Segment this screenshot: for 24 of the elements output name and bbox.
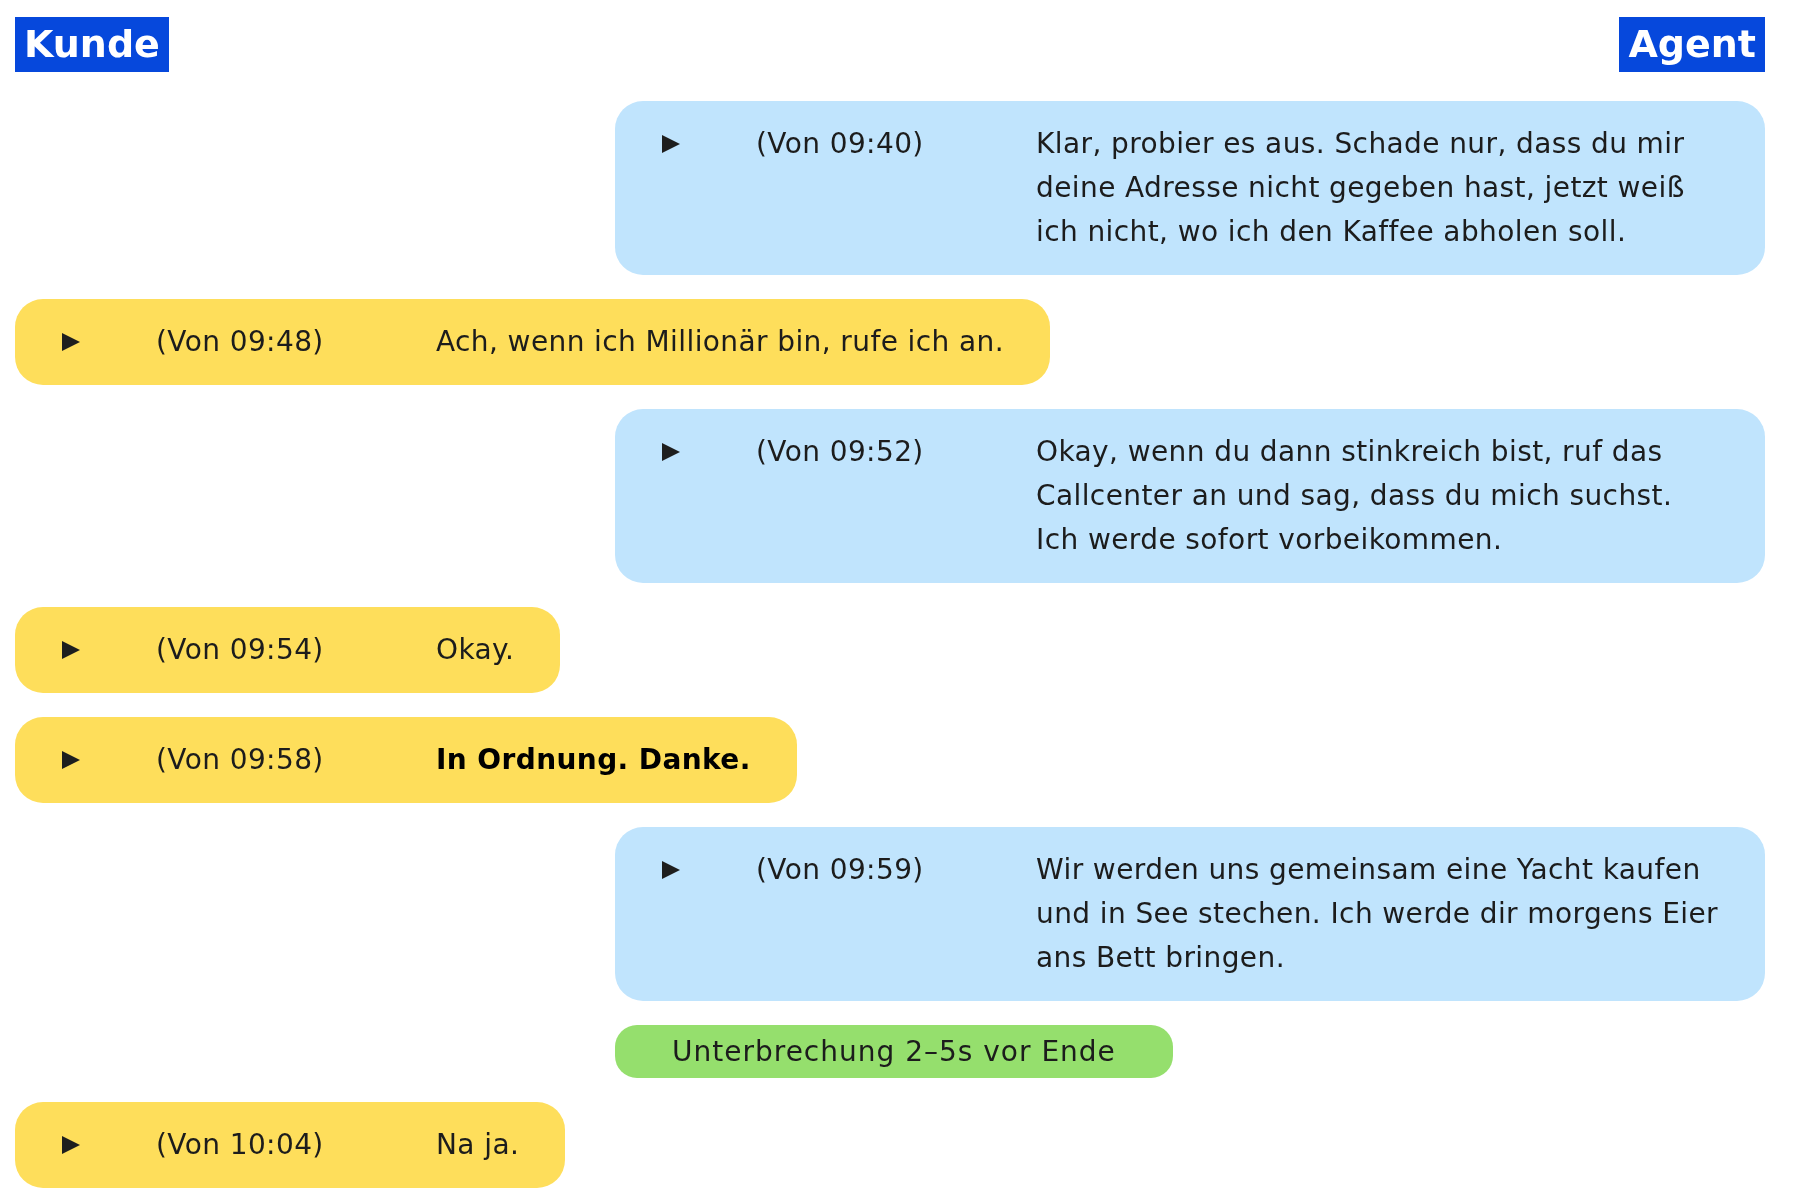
play-icon[interactable] [62,751,80,769]
play-icon[interactable] [62,333,80,351]
message-text: Okay. [436,632,515,668]
message-text: Na ja. [436,1127,520,1163]
timestamp: (Von 09:59) [756,852,925,888]
timestamp: (Von 09:52) [756,434,925,470]
message-text: Klar, probier es aus. Schade nur, dass du mir deine Adresse nicht gegeben hast, jetzt weiß ich nicht, wo ich den Kaffee abholen soll. [1036,126,1686,250]
play-icon[interactable] [662,135,680,153]
message-text: In Ordnung. Danke. [436,742,751,778]
timestamp: (Von 10:04) [156,1127,325,1163]
message-text: Wir werden uns gemeinsam eine Yacht kaufen und in See stechen. Ich werde dir morgens Eier ans Bett bringen. [1036,852,1719,976]
speaker-label: Kunde [15,17,169,72]
timestamp: (Von 09:54) [156,632,325,668]
timestamp: (Von 09:40) [756,126,925,162]
play-icon[interactable] [62,1136,80,1154]
message-text: Okay, wenn du dann stinkreich bist, ruf das Callcenter an und sag, dass du mich suchst. Ich werde sofort vorbeikommen. [1036,434,1674,558]
speaker-label: Agent [1619,17,1765,72]
play-icon[interactable] [662,443,680,461]
timestamp: (Von 09:58) [156,742,325,778]
message-text: Ach, wenn ich Millionär bin, rufe ich an. [436,324,1005,360]
interruption-note: Unterbrechung 2–5s vor Ende [615,1025,1173,1078]
play-icon[interactable] [62,641,80,659]
play-icon[interactable] [662,861,680,879]
timestamp: (Von 09:48) [156,324,325,360]
